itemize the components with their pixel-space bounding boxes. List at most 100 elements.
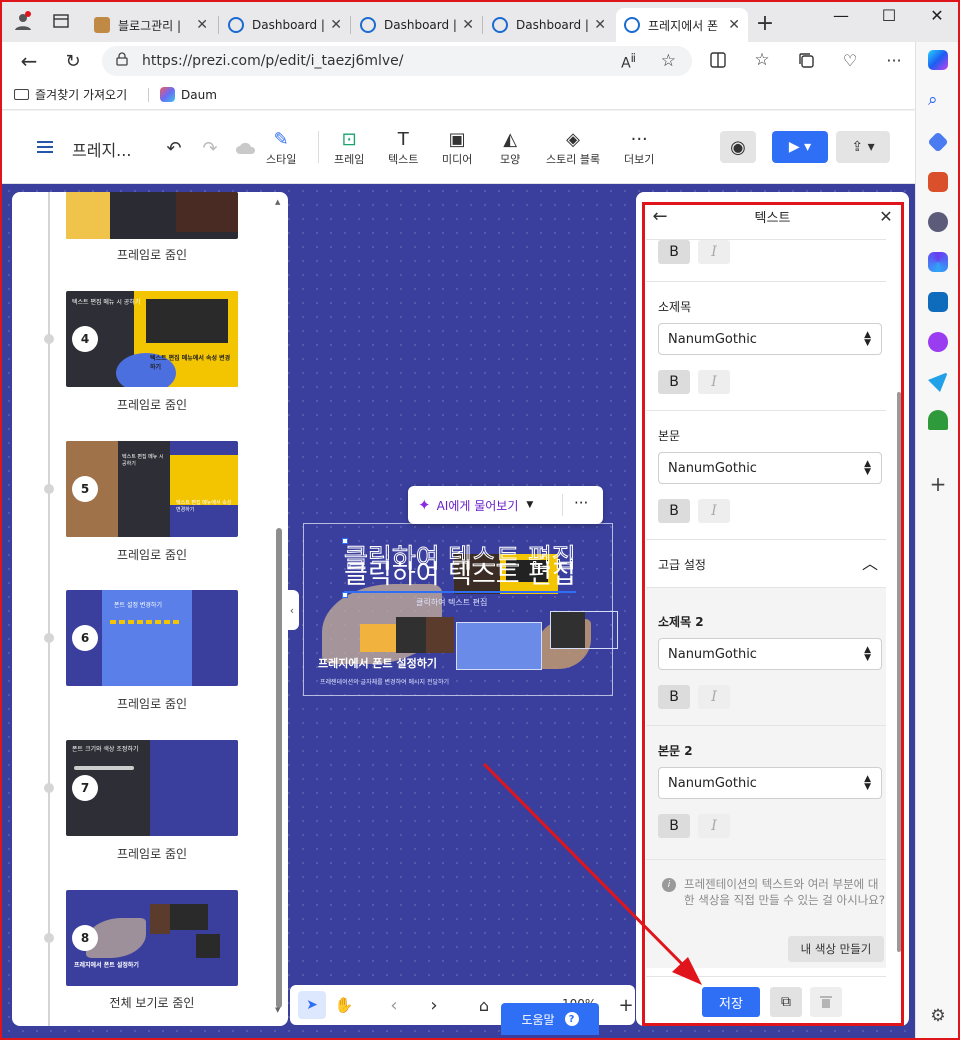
close-icon[interactable]: ✕ <box>876 206 896 226</box>
close-icon[interactable]: ✕ <box>594 17 606 33</box>
import-favorites-item[interactable]: 즐겨찾기 가져오기 <box>14 86 127 103</box>
text-handle[interactable] <box>342 592 348 598</box>
ai-ask-button[interactable]: AI에게 물어보기 <box>437 497 519 514</box>
favorite-star-icon[interactable]: ☆ <box>661 51 676 71</box>
tab-prezi[interactable]: 프레지에서 폰 ✕ <box>616 8 748 42</box>
save-button[interactable]: 저장 <box>702 987 760 1017</box>
shopping-tag-icon[interactable] <box>927 131 949 153</box>
back-icon[interactable]: ← <box>18 49 40 73</box>
bold-toggle[interactable]: B <box>658 814 690 838</box>
select-cursor-icon[interactable]: ➤ <box>298 991 326 1019</box>
slide-title[interactable]: 프레지에서 폰트 설정하기 <box>318 655 437 671</box>
new-tab-button[interactable]: + <box>754 11 776 36</box>
text-handle[interactable] <box>342 538 348 544</box>
search-icon[interactable]: ⌕ <box>928 90 948 110</box>
presentation-title[interactable]: 프레지... <box>72 137 131 161</box>
close-icon[interactable]: ✕ <box>728 17 740 33</box>
more-options-icon[interactable]: ··· <box>574 494 588 512</box>
send-icon[interactable] <box>928 372 948 392</box>
bold-toggle[interactable]: B <box>658 499 690 523</box>
font-select[interactable]: NanumGothic ▲ ▼ <box>658 452 882 484</box>
advanced-settings-toggle[interactable]: 고급 설정 ︿ <box>646 540 886 588</box>
designer-icon[interactable] <box>928 332 948 352</box>
slide-subtitle[interactable]: 프레젠테이션의 글자체를 변경하여 메시지 전달하기 <box>320 677 449 686</box>
frame-label[interactable]: 프레임로 줌인 <box>66 845 238 862</box>
tab-blog[interactable]: 블로그관리 | ✕ <box>86 8 216 42</box>
chevron-down-icon[interactable]: ▼ <box>526 500 533 510</box>
scrollbar-thumb[interactable] <box>276 528 282 1008</box>
duplicate-icon[interactable]: ⧉ <box>770 987 802 1017</box>
help-button[interactable]: 도움말 ? <box>501 1003 599 1035</box>
settings-gear-icon[interactable]: ⚙ <box>928 1006 948 1026</box>
frame-thumb-3[interactable] <box>66 192 238 239</box>
close-icon[interactable]: ✕ <box>330 17 342 33</box>
frame-label[interactable]: 프레임로 줌인 <box>66 246 238 263</box>
frame-label[interactable]: 전체 보기로 줌인 <box>66 994 238 1011</box>
zoom-in-icon[interactable]: + <box>616 993 636 1017</box>
present-button[interactable]: ▶ ▾ <box>772 131 828 163</box>
more-menu-icon[interactable]: ··· <box>884 50 904 70</box>
microsoft365-icon[interactable] <box>928 252 948 272</box>
daum-favorite-item[interactable]: Daum <box>160 87 217 102</box>
font-select[interactable]: NanumGothic ▲ ▼ <box>658 767 882 799</box>
games-icon[interactable] <box>928 212 948 232</box>
home-icon[interactable]: ⌂ <box>472 993 496 1017</box>
frame-label[interactable]: 프레임로 줌인 <box>66 396 238 413</box>
italic-toggle[interactable]: I <box>698 685 730 709</box>
split-screen-icon[interactable] <box>708 50 728 70</box>
bold-toggle[interactable]: B <box>658 685 690 709</box>
address-bar[interactable]: https://prezi.com/p/edit/i_taezj6mlve/ A… <box>102 46 692 76</box>
outlook-icon[interactable] <box>928 292 948 312</box>
minimize-button[interactable]: — <box>818 6 864 25</box>
font-select[interactable]: NanumGothic ▲ ▼ <box>658 323 882 355</box>
maximize-button[interactable]: ☐ <box>866 6 912 25</box>
italic-toggle[interactable]: I <box>698 499 730 523</box>
pan-hand-icon[interactable]: ✋ <box>330 991 358 1019</box>
redo-icon[interactable]: ↷ <box>200 138 220 159</box>
collapse-panel-handle[interactable]: ‹ <box>285 590 299 630</box>
close-icon[interactable]: ✕ <box>196 17 208 33</box>
selected-text-box[interactable]: 클릭하여 텍스트 편집 <box>344 554 576 593</box>
tab-dashboard-3[interactable]: Dashboard | ✕ <box>484 8 614 42</box>
tool-more[interactable]: ··· 더보기 <box>624 129 654 167</box>
font-select[interactable]: NanumGothic ▲ ▼ <box>658 638 882 670</box>
trash-icon[interactable] <box>810 987 842 1017</box>
tab-dashboard-1[interactable]: Dashboard | ✕ <box>220 8 350 42</box>
previous-icon[interactable]: ‹ <box>384 993 404 1017</box>
tab-dashboard-2[interactable]: Dashboard | ✕ <box>352 8 482 42</box>
share-button[interactable]: ⇪ ▾ <box>836 131 890 163</box>
canvas-slide[interactable]: 클릭하여 텍스트 편집 클릭하여 텍스트 편집 클릭하여 텍스트 편집 프레지에… <box>303 523 618 696</box>
add-sidebar-icon[interactable]: + <box>928 472 948 496</box>
italic-toggle[interactable]: I <box>698 370 730 394</box>
collections-icon[interactable] <box>796 50 816 70</box>
read-aloud-icon[interactable]: Aⅱ <box>621 51 636 72</box>
close-window-button[interactable]: ✕ <box>914 6 960 25</box>
frames-scrollbar[interactable]: ▲ ▼ <box>274 198 284 1018</box>
small-text[interactable]: 클릭하여 텍스트 편집 <box>416 597 487 608</box>
panel-scrollbar[interactable] <box>897 392 901 952</box>
hamburger-menu-icon[interactable] <box>36 139 54 155</box>
tools-icon[interactable] <box>928 172 948 192</box>
italic-toggle[interactable]: I <box>698 814 730 838</box>
next-icon[interactable]: › <box>424 993 444 1017</box>
italic-toggle[interactable]: I <box>698 240 730 264</box>
browser-essentials-icon[interactable]: ♡ <box>840 50 860 70</box>
tool-shape[interactable]: ◭ 모양 <box>500 129 520 167</box>
undo-icon[interactable]: ↶ <box>164 138 184 159</box>
frame-label[interactable]: 프레임로 줌인 <box>66 546 238 563</box>
tool-media[interactable]: ▣ 미디어 <box>442 129 472 167</box>
bold-toggle[interactable]: B <box>658 240 690 264</box>
copilot-icon[interactable] <box>928 50 948 70</box>
refresh-icon[interactable]: ↻ <box>62 50 84 72</box>
close-icon[interactable]: ✕ <box>462 17 474 33</box>
profile-icon[interactable] <box>12 10 34 32</box>
tab-actions-icon[interactable] <box>52 12 70 30</box>
tool-story-block[interactable]: ◈ 스토리 블록 <box>546 129 600 167</box>
tool-text[interactable]: T 텍스트 <box>388 129 418 167</box>
favorites-icon[interactable]: ☆ <box>752 50 772 70</box>
tree-icon[interactable] <box>928 410 948 430</box>
bold-toggle[interactable]: B <box>658 370 690 394</box>
preview-button[interactable]: ◉ <box>720 131 756 163</box>
frame-label[interactable]: 프레임로 줌인 <box>66 695 238 712</box>
make-color-button[interactable]: 내 색상 만들기 <box>788 936 884 962</box>
